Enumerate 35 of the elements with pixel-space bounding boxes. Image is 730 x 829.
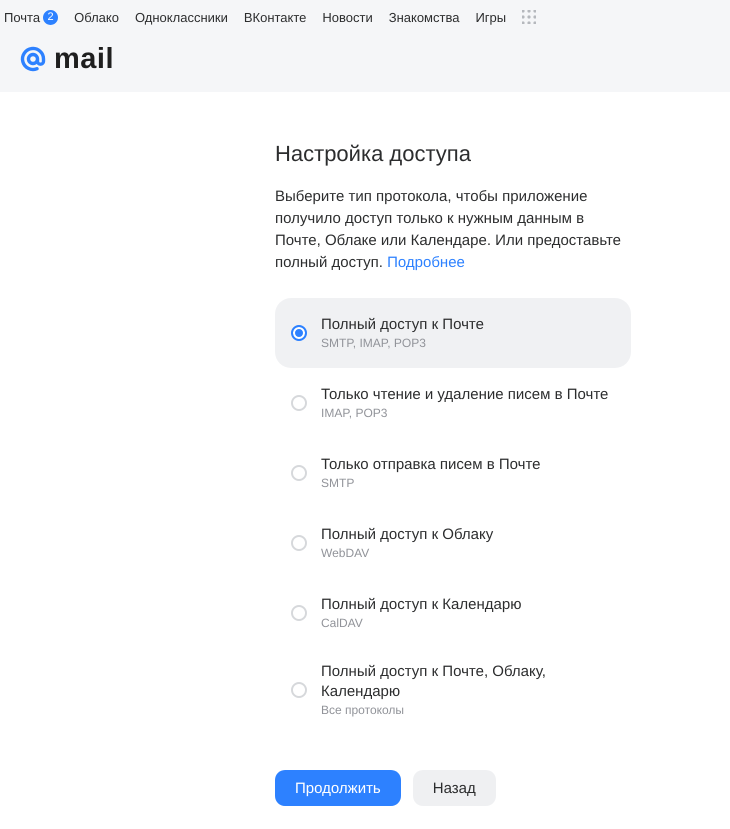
protocol-text: SMTP (321, 475, 356, 491)
back-button[interactable]: Назад (412, 770, 496, 806)
option-label: Полный доступ к Облаку (321, 525, 494, 545)
nav-link[interactable]: Почта 2 (4, 10, 58, 24)
page-title: Настройка доступа (275, 140, 472, 168)
access-option[interactable]: Полный доступ к Почте SMTP, IMAP, POP3 (275, 298, 631, 368)
radio-button[interactable] (291, 325, 307, 341)
at-sign-icon (18, 44, 48, 74)
access-option[interactable]: Полный доступ к Календарю CalDAV (275, 578, 631, 648)
option-label: Полный доступ к Почте (321, 315, 484, 335)
protocol-text: IMAP, POP3 (321, 405, 388, 421)
nav-link[interactable]: ВКонтакте (244, 10, 306, 24)
protocol-text: Все протоколы (321, 702, 406, 718)
protocol-text: WebDAV (321, 545, 370, 561)
description-text: Выберите тип протокола, чтобы приложение получило доступ только к нужным данным в Почте, Облаке или Календаре. Или предоставьте полный доступ. Подробнее (275, 187, 622, 273)
nav-link[interactable]: Одноклассники (134, 10, 228, 24)
access-option[interactable]: Полный доступ к Облаку WebDAV (275, 508, 631, 578)
nav-link[interactable]: Знакомства (388, 10, 460, 24)
count-badge: 2 (43, 10, 58, 24)
more-link[interactable]: Подробнее (387, 254, 465, 271)
access-option[interactable]: Только чтение и удаление писем в Почте IMAP, POP3 (275, 368, 631, 438)
nav-link[interactable]: Игры (475, 10, 506, 24)
option-label: Полный доступ к Почте, Облаку, Календарю (321, 662, 547, 702)
option-label: Только чтение и удаление писем в Почте (321, 385, 608, 405)
access-option[interactable]: Только отправка писем в Почте SMTP (275, 438, 631, 508)
logo-text[interactable]: mail (54, 44, 114, 74)
nav-link[interactable]: Облако (74, 10, 119, 24)
continue-button[interactable]: Продолжить (275, 770, 401, 806)
protocol-text: CalDAV (321, 615, 364, 631)
nav-link[interactable]: Новости (322, 10, 373, 24)
protocol-text: SMTP, IMAP, POP3 (321, 335, 427, 351)
access-option[interactable]: Полный доступ к Почте, Облаку, Календарю Все протоколы (275, 648, 631, 732)
option-label: Полный доступ к Календарю (321, 595, 522, 615)
option-label: Только отправка писем в Почте (321, 455, 540, 475)
apps-grid-icon[interactable] (522, 10, 536, 24)
